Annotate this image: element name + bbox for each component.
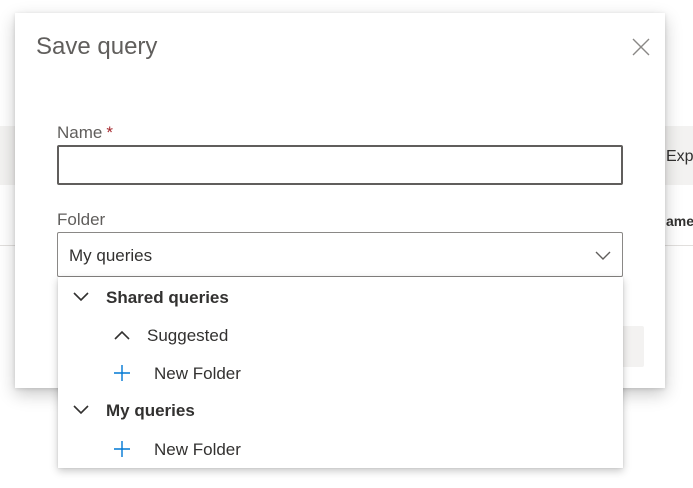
dropdown-item-my-queries[interactable]: My queries	[58, 391, 623, 429]
close-icon	[632, 38, 650, 56]
close-button[interactable]	[630, 36, 652, 58]
background-export-button-fragment: Exp	[666, 148, 693, 165]
name-label-text: Name	[57, 123, 103, 142]
dropdown-item-new-folder-my[interactable]: New Folder	[58, 430, 623, 468]
name-label: Name *	[57, 123, 113, 143]
dropdown-item-label: New Folder	[154, 364, 241, 383]
dropdown-item-label: Shared queries	[106, 288, 229, 307]
dropdown-item-label: Suggested	[147, 326, 229, 345]
chevron-down-icon	[73, 405, 89, 415]
dropdown-item-label: My queries	[106, 401, 195, 420]
folder-selected-value: My queries	[69, 246, 153, 265]
dropdown-item-shared-queries[interactable]: Shared queries	[58, 278, 623, 316]
name-input[interactable]	[57, 145, 623, 185]
dropdown-item-new-folder-shared[interactable]: New Folder	[58, 354, 623, 392]
chevron-up-icon	[114, 330, 130, 340]
dropdown-item-suggested[interactable]: Suggested	[58, 316, 623, 354]
add-icon	[114, 441, 130, 457]
chevron-down-icon	[595, 251, 611, 260]
folder-label: Folder	[57, 210, 106, 229]
dialog-title: Save query	[36, 33, 158, 60]
background-name-column-fragment: ame	[666, 213, 693, 229]
chevron-down-icon	[73, 292, 89, 302]
required-marker: *	[106, 123, 113, 142]
page: Exp ame Save query Name * Folder My queri…	[0, 0, 693, 488]
folder-dropdown-list: Shared queries Suggested New Folder My q…	[58, 277, 623, 468]
folder-dropdown[interactable]: My queries	[57, 232, 623, 277]
add-icon	[114, 365, 130, 381]
dropdown-item-label: New Folder	[154, 440, 241, 459]
